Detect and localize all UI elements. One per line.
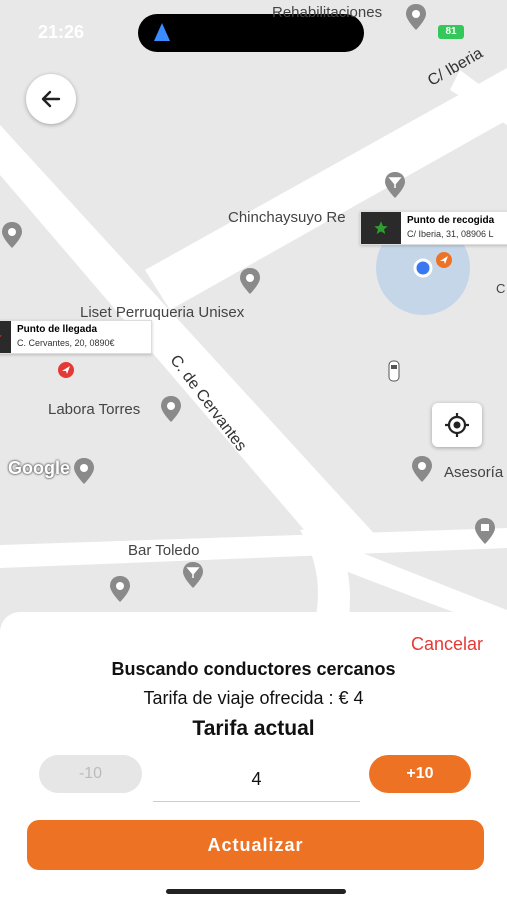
- back-button[interactable]: [26, 74, 76, 124]
- place-label: Rehabilitaciones: [272, 4, 383, 21]
- google-logo: Google: [8, 458, 70, 478]
- crosshair-icon: [445, 413, 469, 437]
- pickup-star-icon: [361, 212, 401, 244]
- car-icon: [388, 360, 400, 382]
- pickup-address: C/ Iberia, 31, 08906 L: [407, 229, 494, 239]
- place-label: Labora Torres: [48, 401, 141, 418]
- pickup-marker-card[interactable]: Punto de recogida C/ Iberia, 31, 08906 L: [360, 211, 507, 245]
- fare-input[interactable]: [153, 757, 360, 802]
- searching-status: Buscando conductores cercanos: [111, 659, 396, 679]
- home-indicator: [166, 889, 346, 894]
- offered-fare: Tarifa de viaje ofrecida : € 4: [143, 688, 364, 708]
- my-location-button[interactable]: [432, 403, 482, 447]
- pickup-title: Punto de recogida: [407, 215, 495, 226]
- poi-pin-icon[interactable]: [2, 222, 22, 248]
- dropoff-star-icon: [0, 321, 11, 353]
- status-time: 21:26: [38, 22, 85, 42]
- place-label: Asesoría: [444, 464, 504, 481]
- dropoff-marker-card[interactable]: Punto de llegada C. Cervantes, 20, 0890€: [0, 320, 152, 354]
- pickup-location-icon: [436, 252, 452, 268]
- update-button[interactable]: Actualizar: [27, 820, 484, 870]
- dropoff-address: C. Cervantes, 20, 0890€: [17, 338, 115, 348]
- increase-fare-button[interactable]: +10: [369, 755, 471, 793]
- dropoff-location-icon: [58, 362, 74, 378]
- map-view[interactable]: 21:26 81 Rehabilitaciones C/ Iberia C. d…: [0, 0, 507, 640]
- navigation-arrow-icon: [154, 23, 170, 41]
- cancel-button[interactable]: Cancelar: [411, 634, 483, 655]
- battery-indicator: 81: [438, 25, 464, 39]
- place-label: Bar Toledo: [128, 542, 200, 559]
- bottom-sheet: Cancelar Buscando conductores cercanos T…: [0, 612, 507, 900]
- poi-pin-icon[interactable]: [240, 268, 260, 294]
- current-fare-title: Tarifa actual: [192, 717, 315, 740]
- bar-pin-icon[interactable]: [183, 562, 203, 588]
- place-label: C: [496, 281, 506, 296]
- decrease-fare-button[interactable]: -10: [39, 755, 142, 793]
- arrow-left-icon: [41, 90, 61, 108]
- poi-pin-icon[interactable]: [110, 576, 130, 602]
- place-label: Liset Perruqueria Unisex: [80, 304, 245, 321]
- poi-pin-icon[interactable]: [161, 396, 181, 422]
- poi-pin-icon[interactable]: [74, 458, 94, 484]
- place-label: Chinchaysuyo Re: [228, 209, 346, 226]
- poi-pin-icon[interactable]: [412, 456, 432, 482]
- bar-pin-icon[interactable]: [385, 172, 405, 198]
- shop-pin-icon[interactable]: [475, 518, 495, 544]
- dropoff-title: Punto de llegada: [17, 324, 98, 335]
- poi-pin-icon[interactable]: [406, 4, 426, 30]
- status-bar: 21:26 81: [0, 0, 507, 60]
